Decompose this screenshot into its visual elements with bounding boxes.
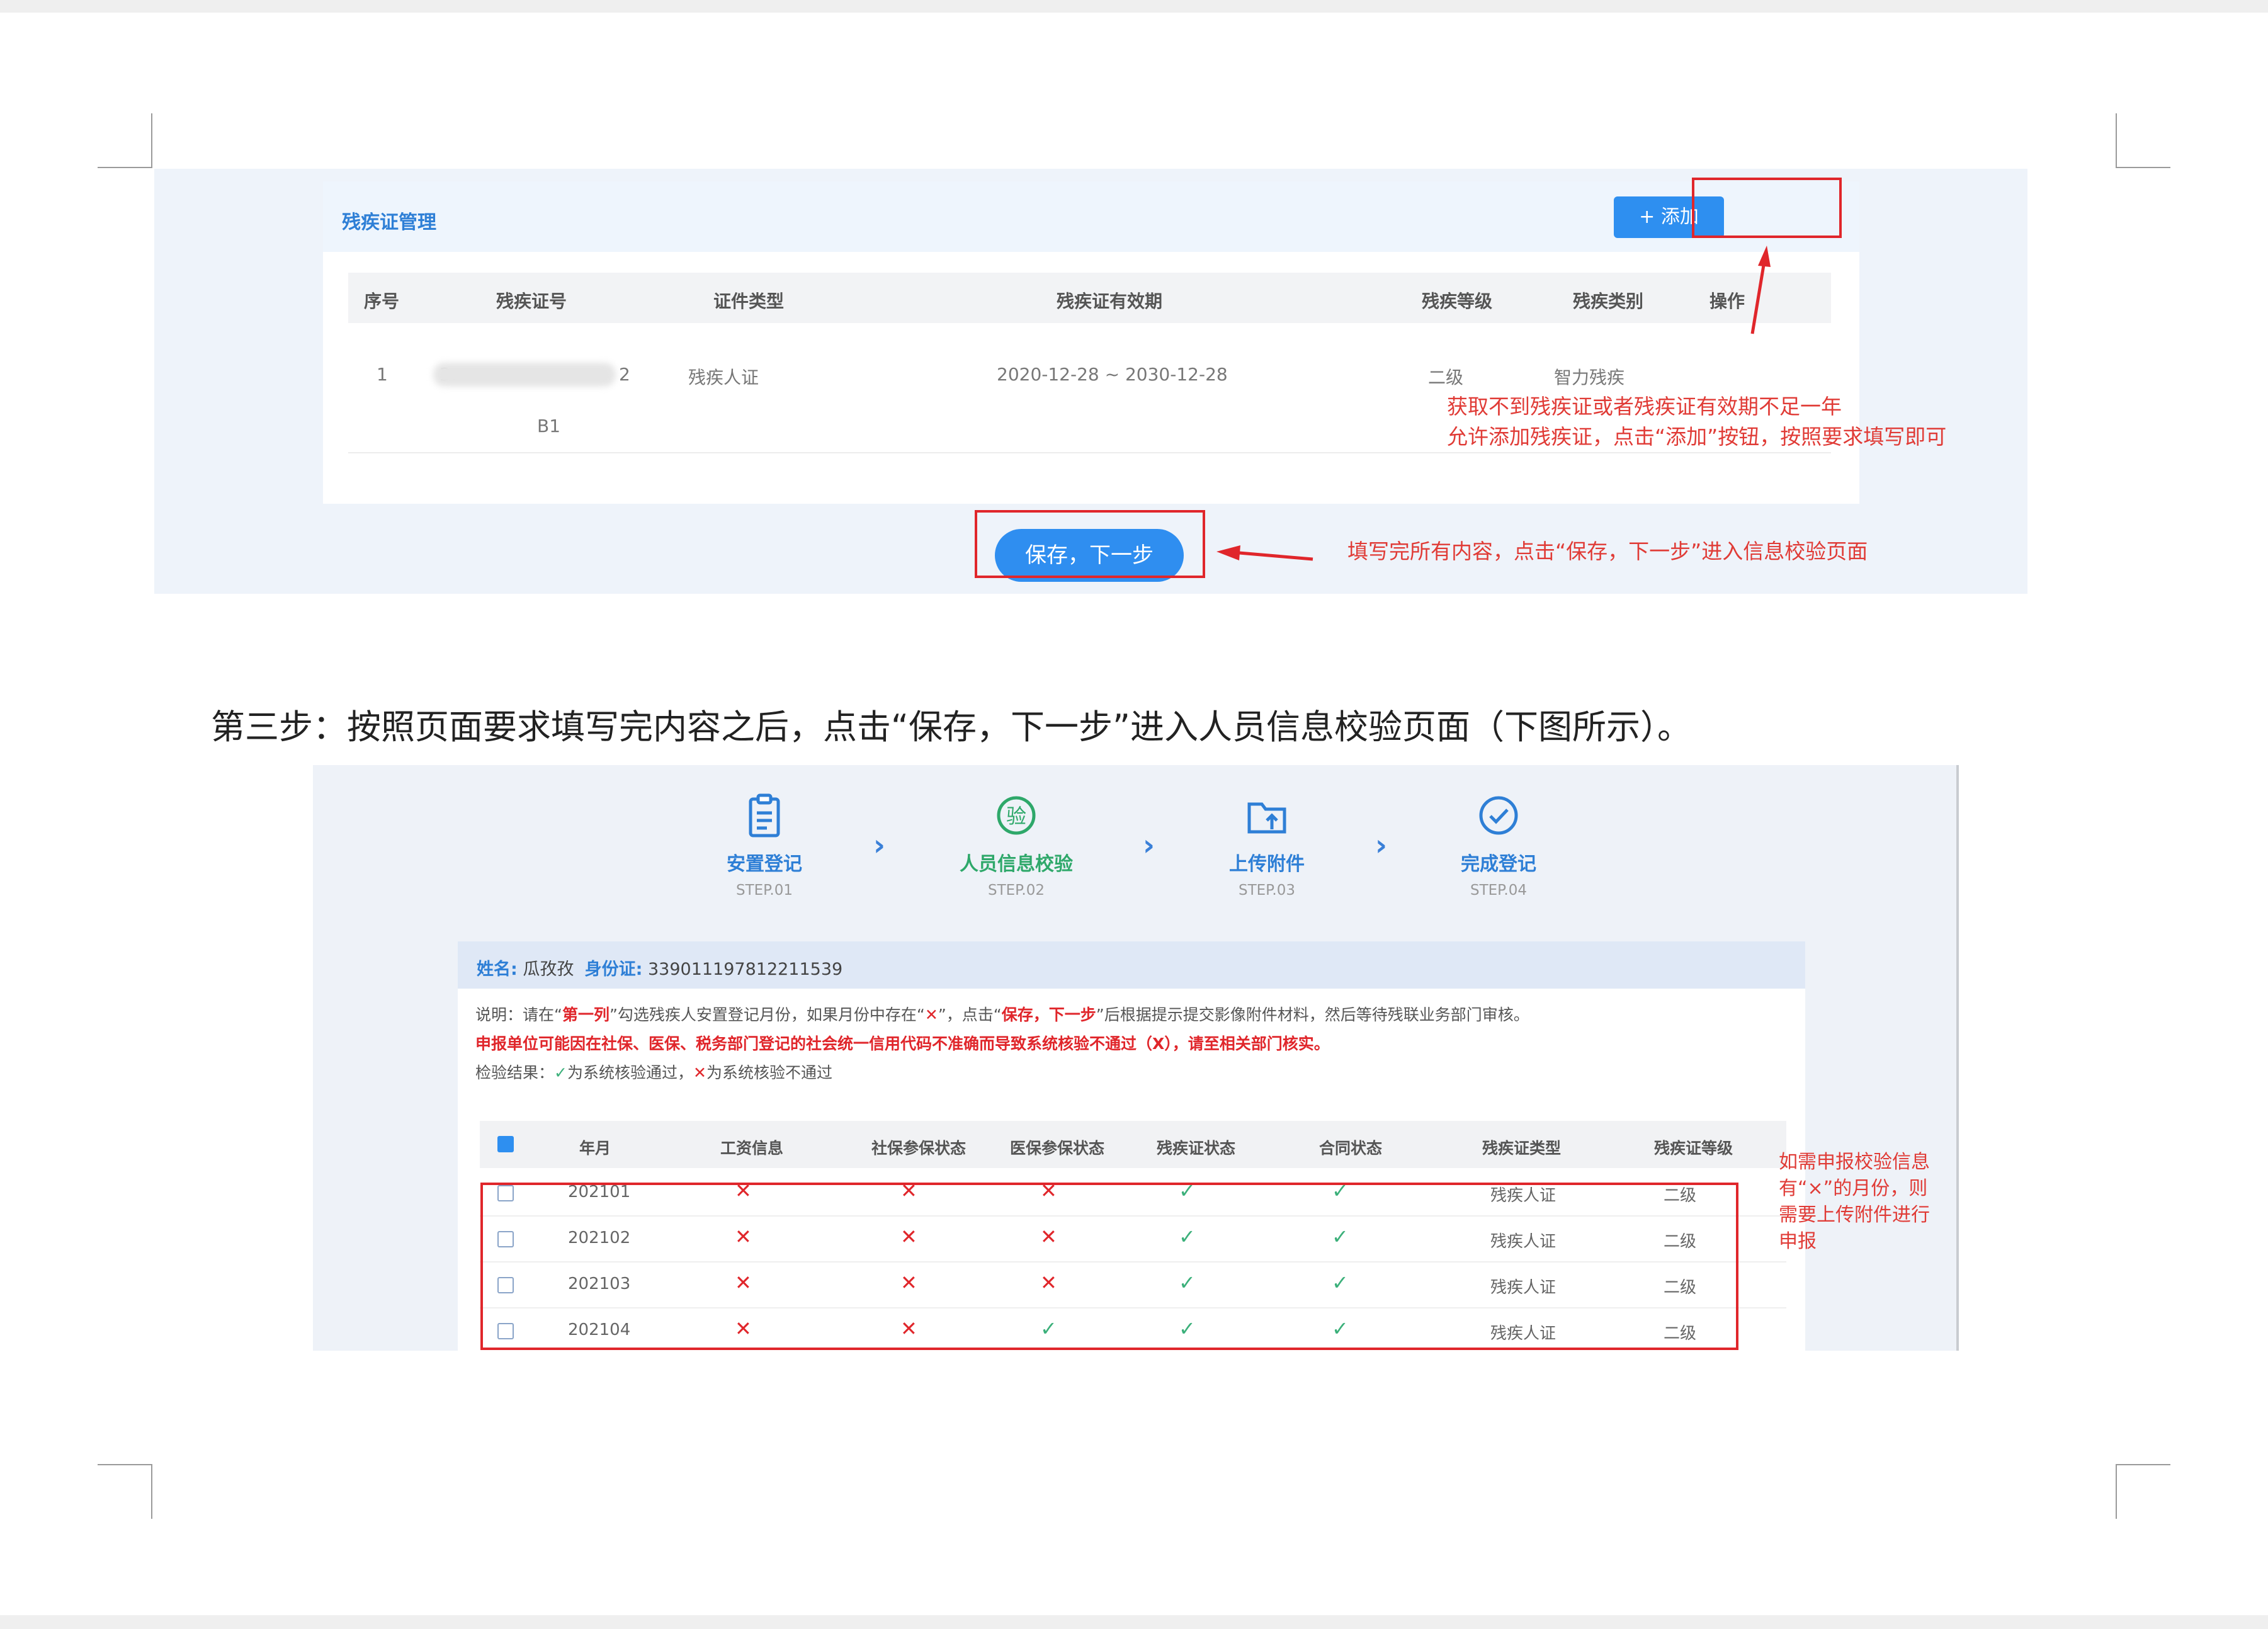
- chevron-right-icon: ›: [1375, 828, 1387, 862]
- instructions: 说明：请在“第一列”勾选残疾人安置登记月份，如果月份中存在“✕”，点击“保存，下…: [458, 989, 1805, 1115]
- highlight-table-rows: [480, 1183, 1738, 1350]
- cross-icon: ✕: [693, 1064, 706, 1082]
- desc2: 申报单位可能因在社保、医保、税务部门登记的社会统一信用代码不准确而导致系统核验不…: [475, 1035, 1330, 1053]
- person-info-bar: 姓名: 瓜孜孜 身份证: 339011197812211539: [458, 941, 1805, 989]
- col-contract: 合同状态: [1319, 1139, 1383, 1157]
- step-4-sub: STEP.04: [1470, 882, 1528, 899]
- step-3[interactable]: 上传附件 STEP.03: [1185, 790, 1349, 899]
- arrowhead-add: [1758, 246, 1771, 267]
- document-page: 残疾证管理 + 添加 序号 残疾证号 证件类型 残疾证有效期 残疾等级 残疾类别…: [0, 13, 2268, 1615]
- person-info: 姓名: 瓜孜孜 身份证: 339011197812211539: [477, 955, 842, 980]
- col-month: 年月: [579, 1139, 611, 1157]
- instruction-line-3: 检验结果：✓为系统核验通过，✕为系统核验不通过: [475, 1060, 832, 1083]
- chevron-right-icon: ›: [873, 828, 885, 862]
- note-upload-line3: 需要上传附件进行: [1779, 1204, 1930, 1226]
- cross-icon: ✕: [924, 1006, 938, 1024]
- id-value: 339011197812211539: [647, 960, 843, 979]
- arrow-to-save: [1239, 551, 1313, 561]
- desc1-e: 保存，下一步: [1001, 1006, 1096, 1024]
- upload-folder-icon: [1247, 802, 1286, 834]
- col-cert-type: 残疾证类型: [1482, 1139, 1562, 1157]
- step-4[interactable]: 完成登记 STEP.04: [1417, 790, 1580, 899]
- arrow-to-add: [1750, 261, 1766, 334]
- desc1-d: ”，点击“: [938, 1006, 1002, 1024]
- note-add: 获取不到残疾证或者残疾证有效期不足一年 允许添加残疾证，点击“添加”按钮，按照要…: [1447, 392, 1946, 452]
- id-label: 身份证:: [584, 960, 643, 979]
- step-1-sub: STEP.01: [735, 882, 793, 899]
- instruction-line-1: 说明：请在“第一列”勾选残疾人安置登记月份，如果月份中存在“✕”，点击“保存，下…: [475, 1002, 1529, 1025]
- note-upload-line4: 申报: [1779, 1230, 1817, 1252]
- desc1-a: 说明：请在“: [475, 1006, 562, 1024]
- col-cert-grade: 残疾证等级: [1654, 1139, 1733, 1157]
- verification-table-header: 年月 工资信息 社保参保状态 医保参保状态 残疾证状态 合同状态 残疾证类型 残…: [480, 1121, 1786, 1168]
- note-upload-line2: 有“×”的月份，则: [1779, 1178, 1928, 1200]
- note-save: 填写完所有内容，点击“保存，下一步”进入信息校验页面: [1347, 539, 1868, 564]
- note-add-line1: 获取不到残疾证或者残疾证有效期不足一年: [1447, 394, 1842, 419]
- svg-text:验: 验: [1006, 804, 1026, 828]
- arrowhead-save: [1216, 545, 1240, 560]
- verify-icon: 验: [997, 796, 1036, 835]
- clipboard-icon: [749, 793, 780, 837]
- check-icon: ✓: [554, 1064, 567, 1082]
- step-4-label: 完成登记: [1461, 853, 1536, 875]
- chevron-right-icon: ›: [1143, 828, 1155, 862]
- desc1-c: ”勾选残疾人安置登记月份，如果月份中存在“: [609, 1006, 925, 1024]
- step-3-sub: STEP.03: [1238, 882, 1296, 899]
- desc3-c: 为系统核验不通过: [706, 1064, 832, 1082]
- check-circle-icon: [1479, 796, 1518, 835]
- note-add-line2: 允许添加残疾证，点击“添加”按钮，按照要求填写即可: [1447, 424, 1947, 449]
- select-all-checkbox[interactable]: [497, 1136, 514, 1152]
- instruction-line-2: 申报单位可能因在社保、医保、税务部门登记的社会统一信用代码不准确而导致系统核验不…: [475, 1031, 1330, 1054]
- step-2-sub: STEP.02: [987, 882, 1045, 899]
- step-1[interactable]: 安置登记 STEP.01: [683, 790, 846, 899]
- name-label: 姓名:: [477, 960, 518, 979]
- col-medical: 医保参保状态: [1010, 1139, 1105, 1157]
- note-upload: 如需申报校验信息 有“×”的月份，则 需要上传附件进行 申报: [1779, 1149, 1930, 1255]
- col-wage: 工资信息: [720, 1139, 784, 1157]
- step-2-label: 人员信息校验: [960, 853, 1073, 875]
- name-value: 瓜孜孜: [523, 960, 574, 979]
- col-cert-status: 残疾证状态: [1157, 1139, 1236, 1157]
- step-3-label: 上传附件: [1229, 853, 1305, 875]
- col-social: 社保参保状态: [871, 1139, 967, 1157]
- desc3-b: 为系统核验通过，: [567, 1064, 693, 1082]
- step-2[interactable]: 验 人员信息校验 STEP.02: [934, 790, 1098, 899]
- note-upload-line1: 如需申报校验信息: [1779, 1151, 1930, 1173]
- desc1-f: ”后根据提示提交影像附件材料，然后等待残联业务部门审核。: [1096, 1006, 1529, 1024]
- step-1-label: 安置登记: [727, 853, 802, 875]
- desc1-b: 第一列: [562, 1006, 610, 1024]
- desc3-a: 检验结果：: [475, 1064, 555, 1082]
- step-three-text: 第三步：按照页面要求填写完内容之后，点击“保存，下一步”进入人员信息校验页面（下…: [211, 707, 1691, 747]
